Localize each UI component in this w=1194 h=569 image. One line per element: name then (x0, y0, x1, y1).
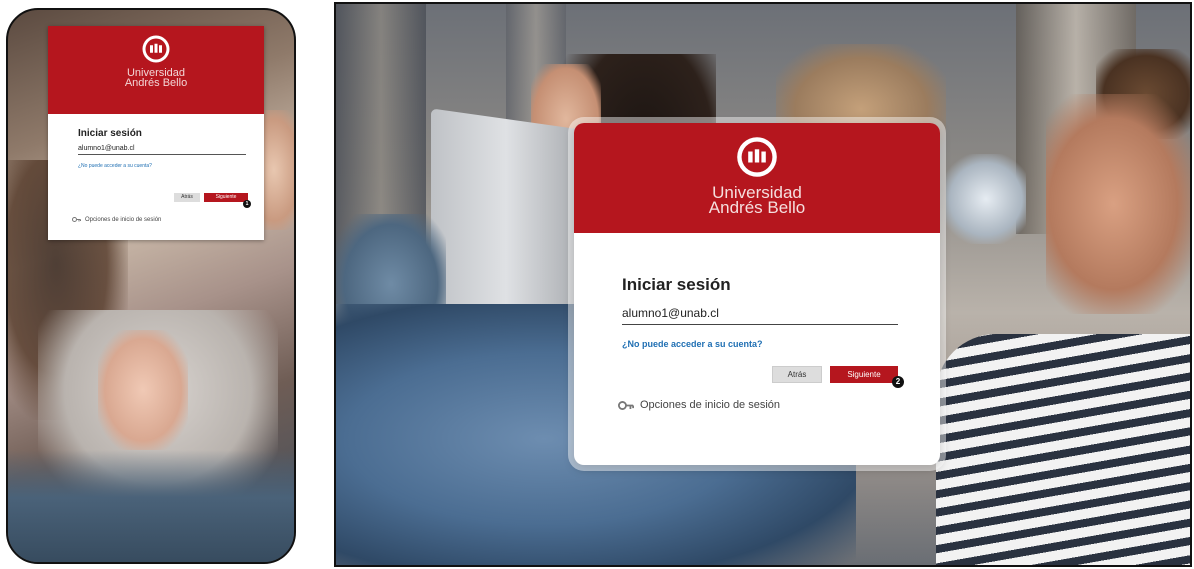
background-photo-jeans (8, 450, 294, 562)
cant-access-link[interactable]: ¿No puede acceder a su cuenta? (78, 163, 264, 169)
cant-access-link[interactable]: ¿No puede acceder a su cuenta? (622, 339, 763, 349)
photo-man-face (1046, 94, 1190, 314)
step-badge: 2 (892, 376, 904, 388)
brand-name: Universidad Andrés Bello (574, 184, 940, 217)
back-button[interactable]: Atrás (174, 193, 200, 202)
page-title: Iniciar sesión (622, 275, 731, 294)
signin-options-link[interactable]: Opciones de inicio de sesión (72, 216, 161, 223)
key-icon (72, 217, 81, 222)
email-field[interactable]: alumno1@unab.cl (622, 306, 898, 325)
login-card-large: Universidad Andrés Bello Iniciar sesión … (574, 123, 940, 465)
signin-options-link[interactable]: Opciones de inicio de sesión (618, 399, 780, 411)
login-card-small: Universidad Andrés Bello Iniciar sesión … (48, 26, 264, 240)
step-badge: 1 (243, 200, 251, 208)
signin-options-label: Opciones de inicio de sesión (640, 399, 781, 411)
university-seal-icon (142, 35, 170, 63)
login-banner: Universidad Andrés Bello (48, 26, 264, 114)
brand-line-2: Andrés Bello (708, 198, 806, 217)
next-button[interactable]: Siguiente (830, 366, 898, 383)
back-button[interactable]: Atrás (772, 366, 822, 383)
photo-sky (946, 154, 1026, 244)
email-field[interactable]: alumno1@unab.cl (78, 145, 246, 155)
page-title: Iniciar sesión (78, 128, 142, 139)
brand-name: Universidad Andrés Bello (48, 68, 264, 89)
key-icon (618, 400, 634, 410)
next-button[interactable]: Siguiente (204, 193, 248, 202)
phone-mockup: Universidad Andrés Bello Iniciar sesión … (6, 8, 296, 564)
button-row: Atrás Siguiente (174, 193, 248, 202)
university-seal-icon (737, 137, 777, 177)
login-body: Iniciar sesión alumno1@unab.cl ¿No puede… (48, 114, 264, 169)
photo-striped-shirt (936, 334, 1190, 565)
background-photo-hand (98, 330, 188, 450)
screenshot-stage: Universidad Andrés Bello Iniciar sesión … (0, 0, 1194, 569)
brand-line-2: Andrés Bello (124, 77, 188, 89)
signin-options-label: Opciones de inicio de sesión (85, 216, 162, 223)
login-banner: Universidad Andrés Bello (574, 123, 940, 233)
